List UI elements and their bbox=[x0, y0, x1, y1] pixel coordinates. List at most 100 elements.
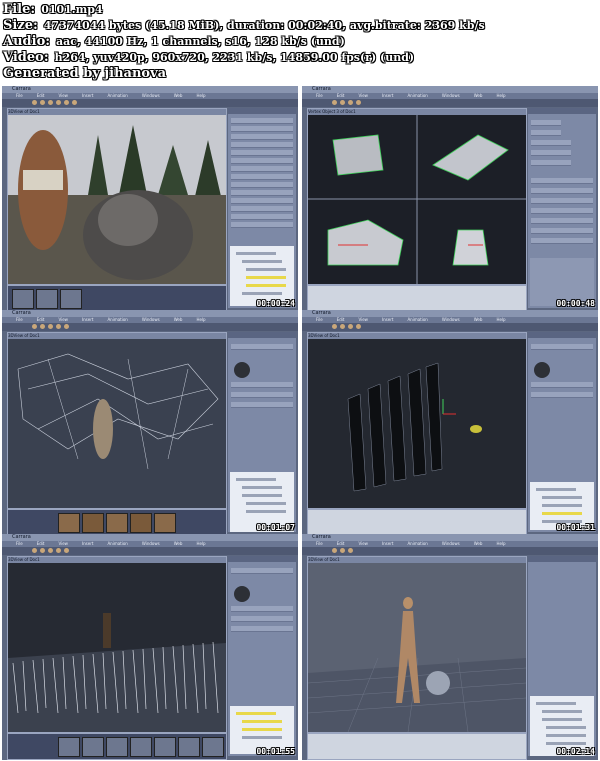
menu-help[interactable]: Help bbox=[496, 541, 505, 546]
menu-windows[interactable]: Windows bbox=[142, 541, 160, 546]
tool-icon[interactable] bbox=[40, 100, 45, 105]
property-row[interactable] bbox=[231, 222, 293, 228]
tool-icon[interactable] bbox=[348, 100, 353, 105]
property-row[interactable] bbox=[531, 382, 593, 388]
3d-viewport[interactable]: 3DView of Doc1 bbox=[7, 556, 227, 733]
menu-animation[interactable]: Animation bbox=[407, 317, 427, 322]
menu-edit[interactable]: Edit bbox=[37, 317, 45, 322]
3d-viewport[interactable]: 3DView of Doc1 bbox=[307, 556, 527, 733]
tool-icon[interactable] bbox=[332, 100, 337, 105]
menu-web[interactable]: Web bbox=[474, 93, 483, 98]
property-row[interactable] bbox=[531, 218, 593, 224]
property-row[interactable] bbox=[231, 182, 293, 188]
tray-item[interactable] bbox=[36, 289, 58, 309]
property-row[interactable] bbox=[231, 382, 293, 388]
tool-icon[interactable] bbox=[356, 100, 361, 105]
timeline[interactable] bbox=[307, 733, 527, 760]
property-row[interactable] bbox=[231, 626, 293, 632]
tool-icon[interactable] bbox=[48, 324, 53, 329]
property-row[interactable] bbox=[531, 344, 593, 350]
menu-animation[interactable]: Animation bbox=[407, 93, 427, 98]
instances-list[interactable] bbox=[230, 246, 294, 306]
menu-insert[interactable]: Insert bbox=[82, 317, 93, 322]
tool-icon[interactable] bbox=[64, 548, 69, 553]
3d-viewport[interactable]: 3DView of Doc1 bbox=[7, 332, 227, 509]
menu-insert[interactable]: Insert bbox=[82, 541, 93, 546]
property-row[interactable] bbox=[231, 568, 293, 574]
property-row[interactable] bbox=[231, 344, 293, 350]
menu-insert[interactable]: Insert bbox=[382, 541, 393, 546]
tray-item[interactable] bbox=[58, 737, 80, 757]
tray-item[interactable] bbox=[58, 513, 80, 533]
menu-animation[interactable]: Animation bbox=[407, 541, 427, 546]
menu-view[interactable]: View bbox=[58, 541, 68, 546]
menu-help[interactable]: Help bbox=[196, 541, 205, 546]
property-row[interactable] bbox=[231, 126, 293, 132]
tool-icon[interactable] bbox=[332, 324, 337, 329]
tray-item[interactable] bbox=[130, 513, 152, 533]
menu-windows[interactable]: Windows bbox=[142, 93, 160, 98]
menu-help[interactable]: Help bbox=[196, 93, 205, 98]
property-row[interactable] bbox=[531, 178, 593, 184]
menu-windows[interactable]: Windows bbox=[442, 93, 460, 98]
menu-file[interactable]: File bbox=[16, 541, 23, 546]
tray-item[interactable] bbox=[130, 737, 152, 757]
menu-web[interactable]: Web bbox=[474, 541, 483, 546]
property-row[interactable] bbox=[531, 392, 593, 398]
menu-help[interactable]: Help bbox=[196, 317, 205, 322]
property-row[interactable] bbox=[231, 606, 293, 612]
menu-windows[interactable]: Windows bbox=[442, 541, 460, 546]
tool-icon[interactable] bbox=[348, 548, 353, 553]
menu-view[interactable]: View bbox=[358, 93, 368, 98]
tool-icon[interactable] bbox=[48, 100, 53, 105]
property-row[interactable] bbox=[231, 616, 293, 622]
menu-edit[interactable]: Edit bbox=[37, 541, 45, 546]
menu-web[interactable]: Web bbox=[174, 317, 183, 322]
property-row[interactable] bbox=[231, 206, 293, 212]
property-row[interactable] bbox=[231, 214, 293, 220]
tool-icon[interactable] bbox=[32, 548, 37, 553]
property-row[interactable] bbox=[231, 134, 293, 140]
menu-view[interactable]: View bbox=[358, 541, 368, 546]
tool-icon[interactable] bbox=[40, 548, 45, 553]
menu-web[interactable]: Web bbox=[174, 541, 183, 546]
tool-icon[interactable] bbox=[32, 100, 37, 105]
menu-view[interactable]: View bbox=[58, 93, 68, 98]
property-row[interactable] bbox=[231, 402, 293, 408]
menu-animation[interactable]: Animation bbox=[107, 93, 127, 98]
tray-item[interactable] bbox=[106, 513, 128, 533]
property-row[interactable] bbox=[231, 118, 293, 124]
tray-item[interactable] bbox=[154, 737, 176, 757]
menu-insert[interactable]: Insert bbox=[382, 317, 393, 322]
tool-icon[interactable] bbox=[72, 100, 77, 105]
property-row[interactable] bbox=[531, 208, 593, 214]
tool-icon[interactable] bbox=[40, 324, 45, 329]
property-row[interactable] bbox=[231, 174, 293, 180]
tool-icon[interactable] bbox=[56, 548, 61, 553]
timeline[interactable] bbox=[307, 509, 527, 536]
3d-viewport[interactable]: 3DView of Doc1 bbox=[7, 108, 227, 285]
menu-edit[interactable]: Edit bbox=[337, 541, 345, 546]
tray-item[interactable] bbox=[60, 289, 82, 309]
menu-help[interactable]: Help bbox=[496, 317, 505, 322]
tool-icon[interactable] bbox=[340, 548, 345, 553]
property-row[interactable] bbox=[531, 188, 593, 194]
property-row[interactable] bbox=[231, 190, 293, 196]
property-row[interactable] bbox=[231, 142, 293, 148]
menu-edit[interactable]: Edit bbox=[37, 93, 45, 98]
modeler-viewport[interactable]: Vertex Object 3 of Doc1 bbox=[307, 108, 527, 285]
tool-icon[interactable] bbox=[48, 548, 53, 553]
menu-animation[interactable]: Animation bbox=[107, 317, 127, 322]
property-row[interactable] bbox=[231, 392, 293, 398]
tool-icon[interactable] bbox=[348, 324, 353, 329]
property-row[interactable] bbox=[231, 158, 293, 164]
tray-item[interactable] bbox=[82, 513, 104, 533]
property-row[interactable] bbox=[531, 130, 561, 136]
tool-icon[interactable] bbox=[56, 324, 61, 329]
property-row[interactable] bbox=[531, 120, 561, 126]
menu-file[interactable]: File bbox=[16, 93, 23, 98]
tray-item[interactable] bbox=[12, 289, 34, 309]
menu-help[interactable]: Help bbox=[496, 93, 505, 98]
menu-view[interactable]: View bbox=[358, 317, 368, 322]
tray-item[interactable] bbox=[178, 737, 200, 757]
